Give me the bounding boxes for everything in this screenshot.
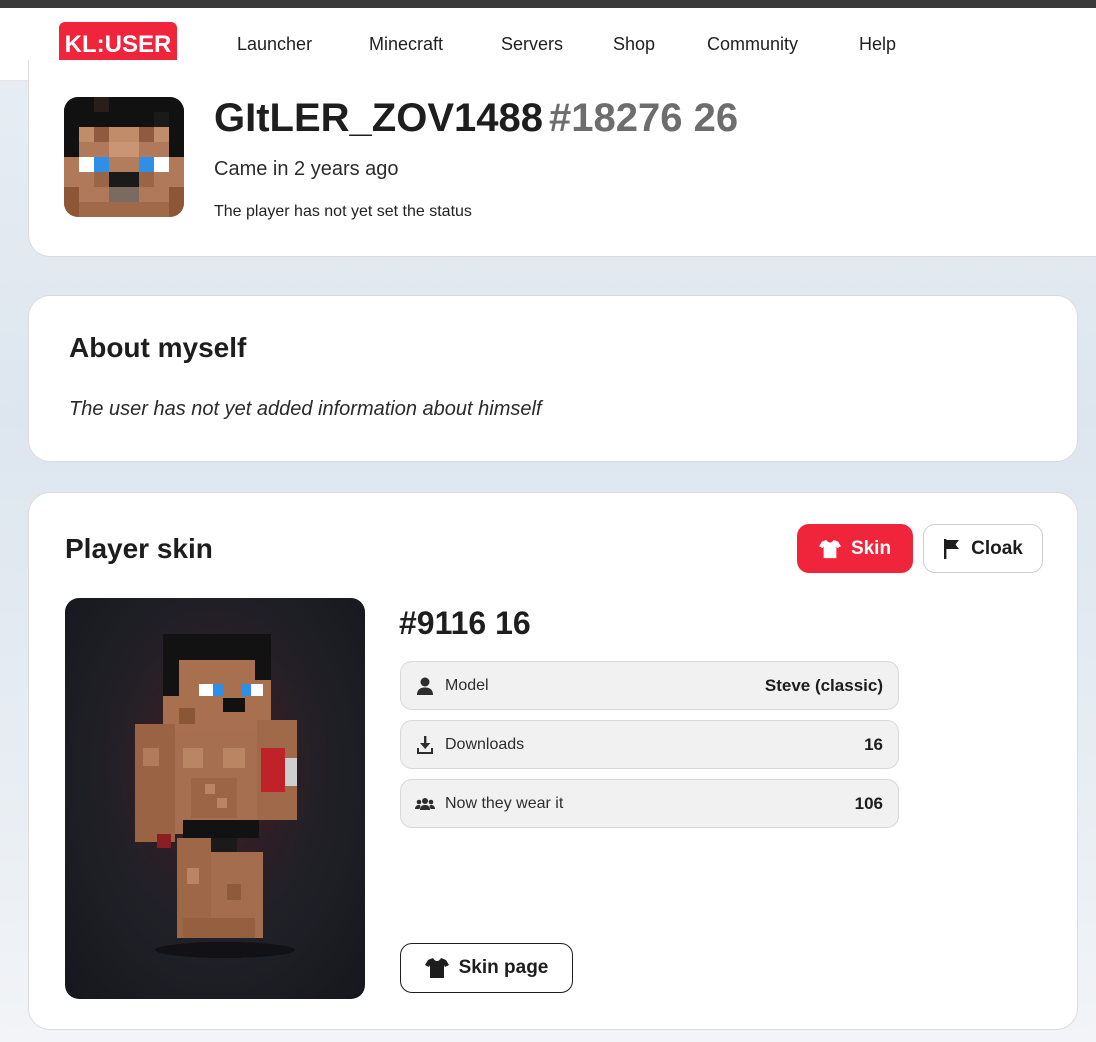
user-icon xyxy=(417,677,433,695)
stat-row-downloads: Downloads 16 xyxy=(400,720,899,769)
about-card: About myself The user has not yet added … xyxy=(28,295,1078,462)
nav-community[interactable]: Community xyxy=(707,34,798,55)
tshirt-icon xyxy=(424,958,449,978)
browser-top-strip xyxy=(0,0,1096,8)
skin-id: #9116 16 xyxy=(399,605,531,641)
nav-minecraft[interactable]: Minecraft xyxy=(369,34,443,55)
nav-shop[interactable]: Shop xyxy=(613,34,655,55)
stat-value-downloads: 16 xyxy=(864,734,883,754)
about-title: About myself xyxy=(69,332,247,363)
stat-label-model: Model xyxy=(445,676,489,694)
about-text: The user has not yet added information a… xyxy=(69,398,542,420)
player-skin-card: Player skin Skin Cloak #9116 16 Model St… xyxy=(28,492,1078,1030)
stat-row-wearing: Now they wear it 106 xyxy=(400,779,899,828)
cloak-tab-button[interactable]: Cloak xyxy=(923,524,1043,573)
skin-page-button[interactable]: Skin page xyxy=(400,943,573,993)
user-id: #18276 26 xyxy=(549,96,739,140)
player-username: GItLER_ZOV1488 #18276 26 xyxy=(214,96,738,141)
nav-launcher[interactable]: Launcher xyxy=(237,34,312,55)
player-avatar xyxy=(64,97,184,217)
skin-3d-preview[interactable] xyxy=(65,598,365,999)
users-icon xyxy=(415,797,435,810)
stat-value-model: Steve (classic) xyxy=(764,675,883,695)
skin-page-label: Skin page xyxy=(458,957,549,978)
cloak-tab-label: Cloak xyxy=(971,537,1023,559)
stat-row-model: Model Steve (classic) xyxy=(400,661,899,710)
skin-tab-button[interactable]: Skin xyxy=(797,524,913,573)
nav-servers[interactable]: Servers xyxy=(501,34,563,55)
skin-model-image xyxy=(65,598,365,999)
username-text: GItLER_ZOV1488 xyxy=(214,96,544,140)
last-seen-text: Came in 2 years ago xyxy=(214,158,399,180)
nav-help[interactable]: Help xyxy=(859,34,896,55)
flag-icon xyxy=(944,538,960,559)
profile-card xyxy=(28,60,1096,257)
skin-tab-label: Skin xyxy=(850,537,892,559)
tshirt-icon xyxy=(819,539,841,558)
player-skin-title: Player skin xyxy=(65,533,213,564)
player-status-text: The player has not yet set the status xyxy=(214,203,472,220)
stat-label-wearing: Now they wear it xyxy=(445,794,564,812)
stat-value-wearing: 106 xyxy=(854,793,883,813)
download-icon xyxy=(417,735,433,754)
stat-label-downloads: Downloads xyxy=(445,735,525,753)
